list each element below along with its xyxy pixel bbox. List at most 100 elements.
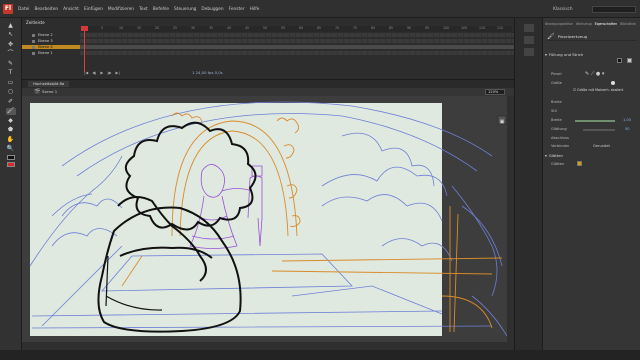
fill-stroke-section[interactable]: ▾ Füllung und Strich [545, 52, 583, 57]
playhead-line [84, 26, 85, 72]
layer-row[interactable]: Ebene 3 [22, 38, 514, 43]
tool-icon-6[interactable]: ▭ [6, 79, 16, 87]
brush-shape-icon[interactable]: ✎ ⟋ ● ▾ [585, 71, 604, 77]
dock-icon-2[interactable] [524, 36, 534, 44]
smoothing-value[interactable]: 50 [625, 127, 630, 131]
tool-icon-13[interactable]: 🔍 [6, 146, 16, 154]
layer-row[interactable]: Ebene 1 [22, 50, 514, 55]
zoom-select[interactable]: 120% [485, 89, 505, 95]
smooth-color-swatch[interactable] [577, 161, 582, 166]
playback-button[interactable]: ▶| [116, 70, 120, 76]
layer-row[interactable]: Ebene 2 [22, 32, 514, 37]
flower-arch-sketch [121, 112, 503, 333]
join-select[interactable]: Gerundet [593, 144, 610, 148]
tools-panel: ▲ ↖ ✥ ⌒ ✎ T ▭ ○ ✐ 🖌 ◆ ⬟ ✋ 🔍 [0, 18, 22, 350]
tool-icon-1[interactable]: ↖ [6, 32, 16, 40]
playback-button[interactable]: |▶ [107, 70, 111, 76]
ruler-tick: 70 [335, 26, 340, 30]
smoothing-slider[interactable] [583, 129, 615, 131]
stroke-width-slider[interactable] [575, 120, 615, 122]
tool-icon-9[interactable]: 🖌 [5, 107, 16, 115]
stroke-color-swatch[interactable] [617, 58, 622, 63]
menu-item-befehle[interactable]: Befehle [153, 7, 169, 12]
dock-icon-1[interactable] [524, 24, 534, 32]
layer-name[interactable]: Ebene 4 [22, 44, 80, 49]
ruler-tick: 95 [425, 26, 430, 30]
tool-icon-0[interactable]: ▲ [6, 22, 16, 30]
dock-icon-3[interactable] [524, 48, 534, 56]
tool-icon-10[interactable]: ◆ [6, 117, 16, 125]
timeline-panel: Zeitleiste 15101520253035404550556065707… [22, 18, 514, 80]
menu-item-einfügen[interactable]: Einfügen [84, 7, 103, 12]
layer-frames[interactable] [80, 38, 514, 43]
tool-icon-4[interactable]: ✎ [6, 60, 16, 68]
scene-label[interactable]: Szene 1 [42, 89, 57, 94]
ruler-tick: 55 [281, 26, 286, 30]
tool-icon-2[interactable]: ✥ [6, 41, 16, 49]
fill-color-swatch[interactable] [627, 58, 632, 63]
ruler-tick: 60 [299, 26, 304, 30]
ruler-tick: 20 [155, 26, 160, 30]
tool-icon-11[interactable]: ⬟ [6, 127, 16, 135]
frame-counter: 1 24,00 fps 0,0s [192, 70, 223, 75]
pasteboard[interactable]: ▣ [22, 96, 514, 342]
brush-icon: 🖌 [547, 32, 555, 40]
tool-icon-3[interactable]: ⌒ [6, 51, 16, 59]
tab-bewegungseditor[interactable]: Bewegungseditor [545, 22, 573, 28]
ruler-tick: 115 [497, 26, 504, 30]
ruler-tick: 5 [101, 26, 104, 30]
chevron-down-icon: ▾ [545, 153, 547, 158]
tab-bibliothek[interactable]: Bibliothek [620, 22, 636, 28]
menu-item-bearbeiten[interactable]: Bearbeiten [34, 7, 58, 12]
menu-item-text[interactable]: Text [139, 7, 148, 12]
status-bar [0, 350, 640, 360]
menu-item-ansicht[interactable]: Ansicht [63, 7, 79, 12]
groesse-label: Größe [551, 81, 562, 85]
playback-button[interactable]: ▶ [100, 70, 103, 76]
playback-button[interactable]: ◀| [92, 70, 96, 76]
ruler-tick: 85 [389, 26, 394, 30]
layer-frames[interactable] [80, 32, 514, 37]
tool-name: Pinselwerkzeug [557, 33, 588, 39]
scene-icon: 🎬 [34, 89, 41, 95]
horizontal-scrollbar[interactable] [22, 342, 514, 350]
menu-item-modifizieren[interactable]: Modifizieren [108, 7, 134, 12]
playhead-handle[interactable] [81, 26, 88, 31]
scale-checkbox-label: Größe mit Malverh. skaliert [577, 88, 624, 92]
layer-name[interactable]: Ebene 1 [22, 51, 80, 55]
ruler-tick: 75 [353, 26, 358, 30]
playback-button[interactable]: |◀ [84, 70, 88, 76]
menu-item-fenster[interactable]: Fenster [229, 7, 245, 12]
character-outline [97, 121, 257, 333]
search-input[interactable] [592, 6, 636, 13]
stroke-width-value[interactable]: 1,00 [623, 118, 631, 122]
fill-color-swatch[interactable] [6, 162, 15, 167]
menu-item-hilfe[interactable]: Hilfe [250, 7, 260, 12]
layer-row[interactable]: Ebene 4 [22, 44, 514, 49]
scale-with-zoom-checkbox[interactable]: ☑ Größe mit Malverh. skaliert [573, 88, 623, 92]
ruler-tick: 105 [461, 26, 468, 30]
layer-frames[interactable] [80, 50, 514, 55]
tool-icon-5[interactable]: T [6, 70, 16, 78]
tool-icon-8[interactable]: ✐ [6, 98, 16, 106]
glaetten-heading: Glätten [548, 153, 563, 158]
tab-werkzeug[interactable]: Werkzeug [576, 22, 592, 28]
layer-name[interactable]: Ebene 3 [22, 39, 80, 43]
menu-item-datei[interactable]: Datei [18, 7, 29, 12]
glaetten-section[interactable]: ▾ Glätten [545, 153, 563, 158]
tab-eigenschaften[interactable]: Eigenschaften [595, 22, 618, 28]
vertical-scrollbar[interactable] [507, 96, 514, 342]
workspace-switcher[interactable]: Klassisch [553, 7, 573, 12]
svg-text:▣: ▣ [500, 119, 505, 125]
document-tab[interactable]: Hochzeitsbild.fla [28, 81, 70, 87]
menu-item-debuggen[interactable]: Debuggen [201, 7, 223, 12]
menu-item-steuerung[interactable]: Steuerung [174, 7, 196, 12]
ruler-tick: 110 [479, 26, 486, 30]
layer-frames[interactable] [80, 44, 514, 49]
tool-icon-7[interactable]: ○ [6, 89, 16, 97]
layer-name[interactable]: Ebene 2 [22, 33, 80, 37]
timeline-tab[interactable]: Zeitleiste [26, 20, 45, 25]
stroke-color-swatch[interactable] [6, 155, 15, 160]
stil-label: Stil [551, 109, 557, 113]
tool-icon-12[interactable]: ✋ [6, 136, 16, 144]
